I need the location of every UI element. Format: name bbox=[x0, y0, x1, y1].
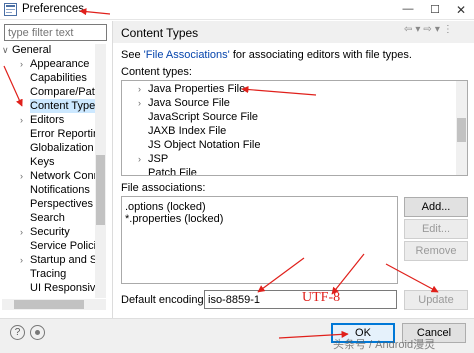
intro-text: See 'File Associations' for associating … bbox=[121, 49, 412, 61]
page-title: Content Types bbox=[121, 26, 199, 40]
update-button[interactable]: Update bbox=[404, 290, 468, 310]
file-association-item[interactable]: .options (locked) bbox=[125, 201, 206, 213]
content-type-jsp[interactable]: › JSP bbox=[138, 152, 168, 166]
import-export-icon[interactable] bbox=[30, 325, 45, 340]
chevron-right-icon[interactable]: › bbox=[20, 225, 30, 239]
tree-item-service-policies[interactable]: Service Policies bbox=[30, 239, 95, 253]
content-type-javascript-source[interactable]: JavaScript Source File bbox=[148, 110, 258, 124]
content-type-java-source[interactable]: › Java Source File bbox=[138, 96, 230, 110]
file-associations-label: File associations: bbox=[121, 182, 206, 194]
tree-item-globalization[interactable]: Globalization bbox=[30, 141, 94, 155]
maximize-icon[interactable]: ☐ bbox=[428, 3, 442, 17]
content-types-label: Content types: bbox=[121, 66, 192, 78]
tree-item-search[interactable]: Search bbox=[30, 211, 65, 225]
chevron-right-icon[interactable]: › bbox=[20, 253, 30, 267]
chevron-right-icon[interactable]: › bbox=[138, 96, 148, 110]
tree-horizontal-scrollbar-thumb[interactable] bbox=[14, 300, 84, 309]
page-navigation: ⇦▾⇨▾⋮ bbox=[404, 24, 456, 35]
tree-item-ui-responsiveness[interactable]: UI Responsiveness bbox=[30, 281, 95, 295]
chevron-right-icon[interactable]: › bbox=[20, 169, 30, 183]
tree-item-startup-shutdown[interactable]: ›Startup and Shutdown bbox=[20, 253, 95, 267]
tree-vertical-scrollbar-thumb[interactable] bbox=[96, 155, 105, 225]
tree-item-appearance[interactable]: › Appearance bbox=[20, 57, 89, 71]
edit-button[interactable]: Edit... bbox=[404, 219, 468, 239]
chevron-right-icon[interactable]: › bbox=[138, 152, 148, 166]
tree-item-capabilities[interactable]: Capabilities bbox=[30, 71, 87, 85]
forward-menu-icon[interactable]: ▾ bbox=[435, 24, 443, 35]
preferences-app-icon bbox=[4, 3, 17, 16]
tree-item-content-types[interactable]: Content Types bbox=[30, 99, 95, 113]
close-icon[interactable]: ✕ bbox=[454, 3, 468, 17]
forward-arrow-icon[interactable]: ⇨ bbox=[423, 24, 434, 35]
tree-item-security[interactable]: › Security bbox=[20, 225, 70, 239]
tree-item-perspectives[interactable]: Perspectives bbox=[30, 197, 93, 211]
remove-button[interactable]: Remove bbox=[404, 241, 468, 261]
content-type-js-object-notation[interactable]: JS Object Notation File bbox=[148, 138, 261, 152]
tree-item-network-connections[interactable]: ›Network Connections bbox=[20, 169, 95, 183]
tree-item-general[interactable]: ∨ General bbox=[2, 43, 51, 57]
file-association-item[interactable]: *.properties (locked) bbox=[125, 213, 223, 225]
tree-item-compare-patch[interactable]: Compare/Patch bbox=[30, 85, 95, 99]
view-menu-icon[interactable]: ⋮ bbox=[443, 24, 456, 35]
file-associations-link[interactable]: 'File Associations' bbox=[144, 49, 230, 61]
file-associations-list: .options (locked) *.properties (locked) bbox=[121, 196, 398, 284]
content-type-jaxb-index[interactable]: JAXB Index File bbox=[148, 124, 226, 138]
window-title: Preferences bbox=[22, 3, 85, 15]
utf8-annotation: UTF-8 bbox=[302, 290, 341, 305]
default-encoding-label: Default encoding: bbox=[121, 294, 207, 306]
watermark: 头条号 / Android漫灵 bbox=[333, 339, 436, 351]
back-arrow-icon[interactable]: ⇦ bbox=[404, 24, 415, 35]
content-type-java-properties[interactable]: › Java Properties File bbox=[138, 82, 245, 96]
content-type-patch-file[interactable]: Patch File bbox=[148, 166, 197, 175]
chevron-down-icon[interactable]: ∨ bbox=[2, 43, 12, 57]
tree-item-keys[interactable]: Keys bbox=[30, 155, 54, 169]
tree-item-notifications[interactable]: Notifications bbox=[30, 183, 90, 197]
chevron-right-icon[interactable]: › bbox=[20, 113, 30, 127]
preferences-tree: ∨ General › Appearance Capabilities Compar… bbox=[2, 42, 95, 298]
default-encoding-input[interactable] bbox=[204, 290, 397, 309]
tree-item-tracing[interactable]: Tracing bbox=[30, 267, 66, 281]
content-types-scrollbar-thumb[interactable] bbox=[457, 118, 466, 142]
chevron-right-icon[interactable]: › bbox=[138, 82, 148, 96]
filter-input[interactable] bbox=[4, 24, 107, 41]
tree-item-editors[interactable]: › Editors bbox=[20, 113, 64, 127]
content-types-tree: › Java Properties File › Java Source File … bbox=[121, 80, 468, 176]
chevron-right-icon[interactable]: › bbox=[20, 57, 30, 71]
panel-divider[interactable] bbox=[112, 21, 113, 318]
tree-item-error-reporting[interactable]: Error Reporting bbox=[30, 127, 95, 141]
minimize-icon[interactable]: — bbox=[401, 3, 415, 17]
add-button[interactable]: Add... bbox=[404, 197, 468, 217]
help-icon[interactable]: ? bbox=[10, 325, 25, 340]
